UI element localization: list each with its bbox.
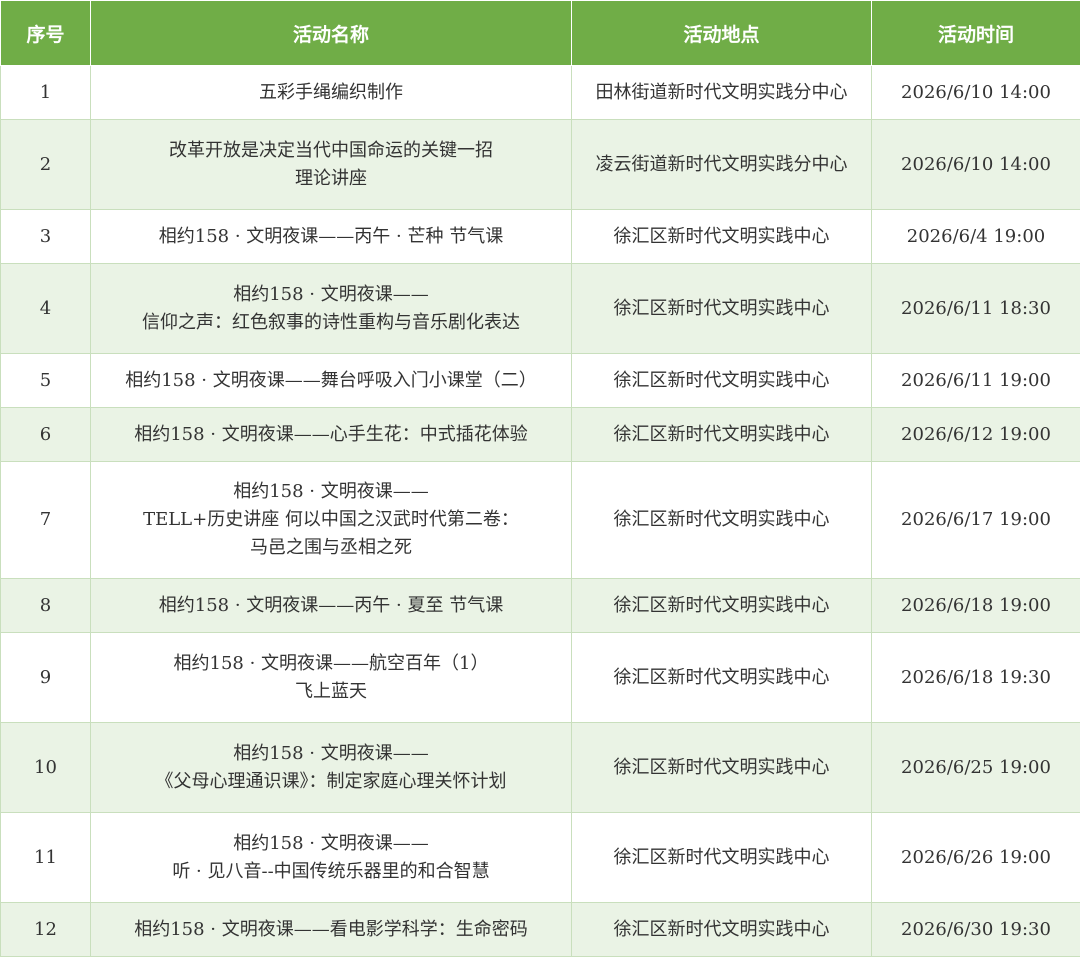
table-row: 9 相约158 · 文明夜课——航空百年（1） 飞上蓝天 徐汇区新时代文明实践中心 20… bbox=[0, 632, 1080, 723]
table-row: 10 相约158 · 文明夜课—— 《父母心理通识课》：制定家庭心理关怀计划 徐汇区新… bbox=[0, 722, 1080, 813]
table-row: 12 相约158 · 文明夜课——看电影学科学：生命密码 徐汇区新时代文明实践中心 2… bbox=[0, 902, 1080, 957]
cell-no: 2 bbox=[0, 119, 91, 210]
table-row: 8 相约158 · 文明夜课——丙午 · 夏至 节气课 徐汇区新时代文明实践中心 20… bbox=[0, 578, 1080, 633]
cell-name-line: 听 · 见八音--中国传统乐器里的和合智慧 bbox=[172, 860, 490, 882]
header-name: 活动名称 bbox=[90, 0, 572, 66]
cell-name-line: TELL+历史讲座 何以中国之汉武时代第二卷： bbox=[143, 509, 519, 530]
cell-place: 凌云街道新时代文明实践分中心 bbox=[571, 119, 872, 210]
cell-name: 相约158 · 文明夜课——心手生花：中式插花体验 bbox=[90, 407, 572, 462]
table-row: 3 相约158 · 文明夜课——丙午 · 芒种 节气课 徐汇区新时代文明实践中心 20… bbox=[0, 209, 1080, 264]
cell-name-line: 理论讲座 bbox=[295, 167, 367, 189]
cell-no: 5 bbox=[0, 353, 91, 408]
activity-table: 序号 活动名称 活动地点 活动时间 1 五彩手绳编织制作 田林街道新时代文明实践分中… bbox=[0, 0, 1080, 957]
cell-time: 2026/6/26 19:00 bbox=[871, 812, 1080, 903]
cell-no: 8 bbox=[0, 578, 91, 633]
cell-name: 相约158 · 文明夜课——舞台呼吸入门小课堂（二） bbox=[90, 353, 572, 408]
cell-no: 3 bbox=[0, 209, 91, 264]
table-row: 1 五彩手绳编织制作 田林街道新时代文明实践分中心 2026/6/10 14:00 bbox=[0, 65, 1080, 120]
cell-no: 7 bbox=[0, 461, 91, 579]
cell-place: 徐汇区新时代文明实践中心 bbox=[571, 461, 872, 579]
cell-no: 12 bbox=[0, 902, 91, 957]
cell-time: 2026/6/10 14:00 bbox=[871, 65, 1080, 120]
table-row: 4 相约158 · 文明夜课—— 信仰之声：红色叙事的诗性重构与音乐剧化表达 徐汇区新… bbox=[0, 263, 1080, 354]
cell-name: 相约158 · 文明夜课——丙午 · 夏至 节气课 bbox=[90, 578, 572, 633]
cell-name: 相约158 · 文明夜课—— 《父母心理通识课》：制定家庭心理关怀计划 bbox=[90, 722, 572, 813]
cell-name-line: 信仰之声：红色叙事的诗性重构与音乐剧化表达 bbox=[142, 311, 520, 333]
cell-name: 改革开放是决定当代中国命运的关键一招 理论讲座 bbox=[90, 119, 572, 210]
table-body: 1 五彩手绳编织制作 田林街道新时代文明实践分中心 2026/6/10 14:00 2 改… bbox=[0, 65, 1080, 957]
cell-time: 2026/6/25 19:00 bbox=[871, 722, 1080, 813]
cell-name-line: 改革开放是决定当代中国命运的关键一招 bbox=[169, 139, 493, 161]
cell-time: 2026/6/18 19:30 bbox=[871, 632, 1080, 723]
cell-name: 相约158 · 文明夜课—— TELL+历史讲座 何以中国之汉武时代第二卷： 马邑之… bbox=[90, 461, 572, 579]
cell-name-line: 相约158 · 文明夜课——舞台呼吸入门小课堂（二） bbox=[125, 369, 537, 391]
cell-place: 徐汇区新时代文明实践中心 bbox=[571, 578, 872, 633]
table-row: 7 相约158 · 文明夜课—— TELL+历史讲座 何以中国之汉武时代第二卷： 马邑… bbox=[0, 461, 1080, 579]
cell-place: 徐汇区新时代文明实践中心 bbox=[571, 812, 872, 903]
cell-time: 2026/6/11 18:30 bbox=[871, 263, 1080, 354]
table-row: 11 相约158 · 文明夜课—— 听 · 见八音--中国传统乐器里的和合智慧 徐汇区… bbox=[0, 812, 1080, 903]
cell-name-line: 相约158 · 文明夜课——丙午 · 夏至 节气课 bbox=[158, 594, 504, 616]
table-row: 2 改革开放是决定当代中国命运的关键一招 理论讲座 凌云街道新时代文明实践分中心 202… bbox=[0, 119, 1080, 210]
table-row: 6 相约158 · 文明夜课——心手生花：中式插花体验 徐汇区新时代文明实践中心 20… bbox=[0, 407, 1080, 462]
header-place: 活动地点 bbox=[571, 0, 872, 66]
header-time: 活动时间 bbox=[871, 0, 1080, 66]
cell-no: 11 bbox=[0, 812, 91, 903]
cell-time: 2026/6/17 19:00 bbox=[871, 461, 1080, 579]
cell-place: 徐汇区新时代文明实践中心 bbox=[571, 902, 872, 957]
cell-name-line: 相约158 · 文明夜课—— bbox=[233, 742, 429, 764]
cell-time: 2026/6/10 14:00 bbox=[871, 119, 1080, 210]
cell-name-line: 五彩手绳编织制作 bbox=[259, 81, 403, 103]
cell-time: 2026/6/30 19:30 bbox=[871, 902, 1080, 957]
cell-name-line: 马邑之围与丞相之死 bbox=[250, 537, 412, 558]
cell-no: 10 bbox=[0, 722, 91, 813]
cell-name: 相约158 · 文明夜课——看电影学科学：生命密码 bbox=[90, 902, 572, 957]
cell-name: 五彩手绳编织制作 bbox=[90, 65, 572, 120]
cell-name-line: 《父母心理通识课》：制定家庭心理关怀计划 bbox=[155, 770, 507, 792]
table-header-row: 序号 活动名称 活动地点 活动时间 bbox=[0, 0, 1080, 66]
cell-name-line: 相约158 · 文明夜课—— bbox=[233, 481, 429, 502]
cell-name-line: 相约158 · 文明夜课—— bbox=[233, 283, 429, 305]
cell-place: 徐汇区新时代文明实践中心 bbox=[571, 632, 872, 723]
cell-no: 1 bbox=[0, 65, 91, 120]
cell-name: 相约158 · 文明夜课——丙午 · 芒种 节气课 bbox=[90, 209, 572, 264]
cell-place: 徐汇区新时代文明实践中心 bbox=[571, 722, 872, 813]
cell-place: 徐汇区新时代文明实践中心 bbox=[571, 209, 872, 264]
cell-no: 6 bbox=[0, 407, 91, 462]
cell-time: 2026/6/18 19:00 bbox=[871, 578, 1080, 633]
cell-place: 徐汇区新时代文明实践中心 bbox=[571, 353, 872, 408]
table-row: 5 相约158 · 文明夜课——舞台呼吸入门小课堂（二） 徐汇区新时代文明实践中心 2… bbox=[0, 353, 1080, 408]
cell-time: 2026/6/4 19:00 bbox=[871, 209, 1080, 264]
header-no: 序号 bbox=[0, 0, 91, 66]
cell-name: 相约158 · 文明夜课—— 听 · 见八音--中国传统乐器里的和合智慧 bbox=[90, 812, 572, 903]
cell-time: 2026/6/12 19:00 bbox=[871, 407, 1080, 462]
cell-place: 田林街道新时代文明实践分中心 bbox=[571, 65, 872, 120]
cell-no: 9 bbox=[0, 632, 91, 723]
cell-name: 相约158 · 文明夜课——航空百年（1） 飞上蓝天 bbox=[90, 632, 572, 723]
cell-time: 2026/6/11 19:00 bbox=[871, 353, 1080, 408]
cell-no: 4 bbox=[0, 263, 91, 354]
cell-name-line: 飞上蓝天 bbox=[295, 680, 367, 702]
cell-name: 相约158 · 文明夜课—— 信仰之声：红色叙事的诗性重构与音乐剧化表达 bbox=[90, 263, 572, 354]
cell-name-line: 相约158 · 文明夜课——看电影学科学：生命密码 bbox=[134, 918, 528, 940]
cell-name-line: 相约158 · 文明夜课——丙午 · 芒种 节气课 bbox=[158, 225, 504, 247]
cell-name-line: 相约158 · 文明夜课——心手生花：中式插花体验 bbox=[134, 423, 528, 445]
cell-place: 徐汇区新时代文明实践中心 bbox=[571, 407, 872, 462]
cell-place: 徐汇区新时代文明实践中心 bbox=[571, 263, 872, 354]
cell-name-line: 相约158 · 文明夜课——航空百年（1） bbox=[173, 652, 489, 674]
cell-name-line: 相约158 · 文明夜课—— bbox=[233, 832, 429, 854]
